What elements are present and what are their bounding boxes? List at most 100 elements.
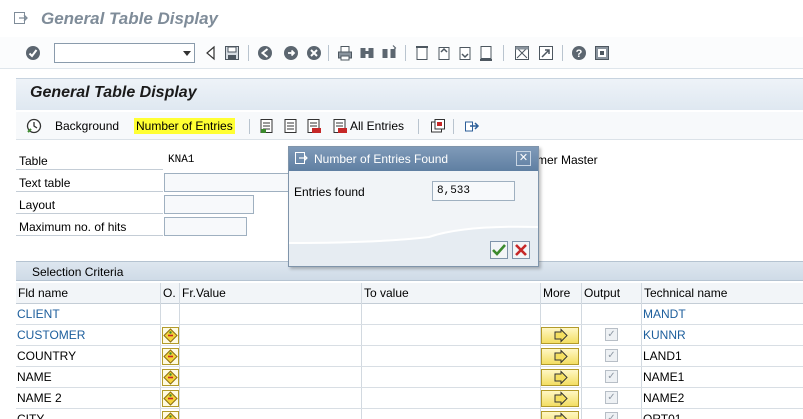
field-name[interactable]: CUSTOMER: [17, 328, 85, 342]
toolbar-separator: [453, 119, 454, 134]
svg-text:?: ?: [576, 48, 583, 60]
cancel-button[interactable]: [512, 241, 530, 259]
column-header-more[interactable]: More: [543, 286, 570, 300]
back-icon[interactable]: [203, 45, 219, 61]
system-toolbar: ?: [0, 37, 803, 69]
multiple-selection-button[interactable]: [541, 369, 579, 386]
new-session-icon[interactable]: [514, 45, 530, 61]
layout-field[interactable]: [164, 195, 254, 214]
field-name[interactable]: CLIENT: [17, 307, 60, 321]
output-checkbox[interactable]: ✓: [605, 328, 618, 341]
technical-name: NAME2: [643, 391, 685, 405]
selection-option-icon[interactable]: [162, 348, 179, 365]
multiple-selection-button[interactable]: [541, 327, 579, 344]
table-row[interactable]: NAME 2 ✓ NAME2: [16, 388, 803, 409]
arrow-right-icon: [554, 412, 568, 419]
output-checkbox[interactable]: ✓: [605, 349, 618, 362]
arrow-right-icon: [554, 328, 568, 343]
chevron-down-icon[interactable]: [183, 51, 191, 56]
exit-icon[interactable]: [283, 45, 299, 61]
column-header-fld-name[interactable]: Fld name: [18, 286, 68, 300]
toolbar-separator: [562, 45, 563, 61]
background-button[interactable]: Background: [55, 119, 119, 133]
toolbar-separator: [418, 119, 419, 134]
table-row[interactable]: COUNTRY ✓ LAND1: [16, 346, 803, 367]
number-of-entries-button[interactable]: Number of Entries: [134, 118, 235, 134]
table-row[interactable]: CUSTOMER ✓ KUNNR: [16, 325, 803, 346]
field-selection-icon[interactable]: [430, 118, 446, 134]
find-icon[interactable]: [359, 45, 375, 61]
selection-option-icon[interactable]: [162, 411, 179, 419]
selection-option-icon[interactable]: [162, 369, 179, 386]
multiple-selection-icon[interactable]: [283, 118, 299, 134]
print-icon[interactable]: [337, 45, 353, 61]
background-clock-icon[interactable]: [26, 118, 42, 134]
toolbar-separator: [249, 119, 250, 134]
table-row[interactable]: CLIENT MANDT: [16, 304, 803, 325]
close-icon[interactable]: ✕: [516, 151, 531, 166]
output-checkbox[interactable]: ✓: [605, 391, 618, 404]
cancel-x-icon: [515, 244, 527, 256]
field-name: COUNTRY: [17, 349, 77, 363]
table-row[interactable]: CITY ✓ ORT01: [16, 409, 803, 419]
column-header-from-value[interactable]: Fr.Value: [182, 286, 226, 300]
toolbar-separator: [248, 45, 249, 61]
customize-layout-icon[interactable]: [594, 45, 610, 61]
delete-selection-icon[interactable]: [306, 118, 322, 134]
column-header-to-value[interactable]: To value: [364, 286, 409, 300]
help-icon[interactable]: ?: [571, 45, 587, 61]
arrow-right-icon: [554, 349, 568, 364]
shortcut-icon[interactable]: [538, 45, 554, 61]
output-checkbox[interactable]: ✓: [605, 370, 618, 383]
selection-option-icon[interactable]: [162, 327, 179, 344]
exit-screen-icon[interactable]: [14, 12, 28, 24]
multiple-selection-button[interactable]: [541, 411, 579, 419]
dialog-header: Number of Entries Found ✕: [289, 147, 538, 171]
last-page-icon[interactable]: [478, 45, 494, 61]
toolbar-separator: [405, 45, 406, 61]
back-nav-icon[interactable]: [257, 45, 273, 61]
selection-screen-icon[interactable]: [259, 118, 275, 134]
technical-name: LAND1: [643, 349, 682, 363]
screen-header: General Table Display: [16, 78, 803, 110]
cancel-icon[interactable]: [306, 45, 322, 61]
dialog-icon: [295, 152, 308, 164]
field-name: NAME: [17, 370, 52, 384]
command-field[interactable]: [54, 43, 195, 63]
field-name: NAME 2: [17, 391, 62, 405]
selection-criteria-table: Selection Criteria Fld name O. Fr.Value …: [16, 261, 803, 419]
text-table-field[interactable]: [164, 173, 294, 192]
technical-name: ORT01: [643, 412, 682, 419]
first-page-icon[interactable]: [414, 45, 430, 61]
next-page-icon[interactable]: [457, 45, 473, 61]
confirm-button[interactable]: [490, 241, 508, 259]
command-input[interactable]: [55, 44, 177, 62]
column-header-output[interactable]: Output: [584, 286, 620, 300]
export-icon[interactable]: [464, 118, 480, 134]
save-icon[interactable]: [224, 45, 240, 61]
selection-option-icon[interactable]: [162, 390, 179, 407]
technical-name: MANDT: [643, 307, 686, 321]
prev-page-icon[interactable]: [436, 45, 452, 61]
enter-icon[interactable]: [25, 45, 41, 61]
arrow-right-icon: [554, 370, 568, 385]
find-next-icon[interactable]: [381, 45, 397, 61]
technical-name: KUNNR: [643, 328, 686, 342]
all-entries-icon[interactable]: [332, 118, 348, 134]
divider: [16, 235, 163, 236]
output-checkbox[interactable]: ✓: [605, 412, 618, 419]
all-entries-button[interactable]: All Entries: [350, 119, 404, 133]
application-toolbar: Background Number of Entries All Entries: [16, 112, 803, 140]
field-name: CITY: [17, 412, 45, 419]
title-bar: General Table Display: [0, 0, 803, 37]
technical-name: NAME1: [643, 370, 685, 384]
table-row[interactable]: NAME ✓ NAME1: [16, 367, 803, 388]
max-hits-field[interactable]: [164, 217, 247, 236]
divider: [16, 213, 163, 214]
multiple-selection-button[interactable]: [541, 390, 579, 407]
column-header-technical-name[interactable]: Technical name: [644, 286, 727, 300]
table-label: Table: [19, 154, 48, 168]
column-header-option[interactable]: O.: [163, 286, 176, 300]
max-hits-label: Maximum no. of hits: [19, 220, 127, 234]
multiple-selection-button[interactable]: [541, 348, 579, 365]
